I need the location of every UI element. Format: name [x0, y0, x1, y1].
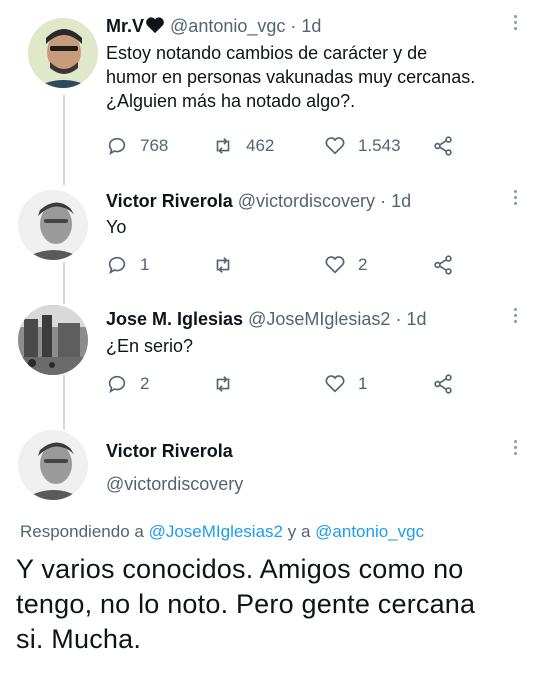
author-handle[interactable]: @victordiscovery [106, 473, 243, 495]
heart-outline-icon [325, 375, 345, 393]
main-tweet-text-line: si. Mucha. [16, 624, 142, 654]
avatar[interactable] [18, 430, 88, 500]
tweet-text: Estoy notando cambios de carácter y de h… [106, 41, 475, 113]
tweet-header: Jose M. Iglesias @JoseMIglesias2 · 1d [106, 308, 427, 330]
timestamp[interactable]: 1d [301, 16, 321, 36]
like-button[interactable]: 1 [324, 373, 367, 395]
main-tweet-text-line: tengo, no lo noto. Pero gente cercana [16, 589, 476, 619]
replying-to: Respondiendo a @JoseMIglesias2 y a @anto… [20, 522, 424, 542]
tweet-text: Yo [106, 217, 127, 237]
author-name[interactable]: Mr.V [106, 16, 144, 36]
tweet-text-line: Estoy notando cambios de carácter y de [106, 43, 428, 63]
tweet-text: ¿En serio? [106, 336, 194, 356]
reply-count: 2 [140, 374, 150, 393]
avatar[interactable] [18, 190, 88, 260]
share-button[interactable] [432, 373, 454, 395]
separator-dot: · [380, 191, 387, 211]
retweet-icon [216, 257, 230, 273]
author-handle[interactable]: @victordiscovery [238, 191, 375, 211]
author-name[interactable]: Victor Riverola [106, 191, 233, 211]
share-button[interactable] [432, 254, 454, 276]
more-options-icon[interactable] [512, 15, 518, 35]
main-tweet-text: Y varios conocidos. Amigos como no tengo… [16, 552, 526, 657]
avatar[interactable] [18, 305, 88, 375]
like-count: 1 [358, 374, 368, 393]
author-name[interactable]: Jose M. Iglesias [106, 309, 243, 329]
tweet-header: Victor Riverola @victordiscovery · 1d [106, 190, 411, 212]
author-handle[interactable]: @JoseMIglesias2 [248, 309, 390, 329]
replying-link[interactable]: @antonio_vgc [315, 522, 424, 541]
action-bar: 2 1 [106, 373, 466, 397]
heart-icon [145, 16, 165, 39]
retweet-icon [216, 138, 230, 154]
reply-icon [108, 137, 126, 156]
reply-button[interactable]: 1 [106, 254, 149, 276]
tweet-text-line: ¿Alguien más ha notado algo?. [106, 91, 356, 111]
separator-dot: · [395, 309, 402, 329]
author-handle[interactable]: @antonio_vgc [170, 16, 285, 36]
action-bar: 1 2 [106, 254, 466, 278]
reply-count: 768 [140, 136, 169, 155]
replying-link[interactable]: @JoseMIglesias2 [149, 522, 283, 541]
reply-icon [108, 375, 126, 394]
author-name-container: Victor Riverola [106, 440, 233, 462]
reply-button[interactable]: 768 [106, 135, 168, 157]
share-icon [434, 136, 452, 156]
like-count: 1.543 [358, 136, 401, 155]
main-tweet-text-line: Y varios conocidos. Amigos como no [16, 554, 464, 584]
separator-dot: · [290, 16, 297, 36]
retweet-count: 462 [246, 136, 275, 155]
timestamp[interactable]: 1d [391, 191, 411, 211]
action-bar: 768 462 1.543 [106, 135, 466, 159]
more-options-icon[interactable] [512, 308, 518, 328]
replying-prefix: Respondiendo a [20, 522, 144, 541]
share-button[interactable] [432, 135, 454, 157]
thread-line [63, 262, 65, 304]
reply-icon [108, 256, 126, 275]
like-button[interactable]: 2 [324, 254, 367, 276]
more-options-icon[interactable] [512, 440, 518, 460]
share-icon [434, 255, 452, 275]
timestamp[interactable]: 1d [406, 309, 426, 329]
reply-count: 1 [140, 255, 150, 274]
tweet-header: Mr.V @antonio_vgc · 1d [106, 15, 321, 39]
retweet-button[interactable] [212, 254, 246, 276]
like-count: 2 [358, 255, 368, 274]
reply-button[interactable]: 2 [106, 373, 149, 395]
avatar[interactable] [28, 18, 98, 88]
like-button[interactable]: 1.543 [324, 135, 401, 157]
share-icon [434, 374, 452, 394]
retweet-icon [216, 376, 230, 392]
retweet-button[interactable] [212, 373, 246, 395]
more-options-icon[interactable] [512, 190, 518, 210]
tweet-text-line: humor en personas vakunadas muy cercanas… [106, 67, 476, 87]
heart-outline-icon [325, 137, 345, 155]
retweet-button[interactable]: 462 [212, 135, 274, 157]
thread-line [63, 375, 65, 430]
replying-joiner: y a [287, 522, 311, 541]
author-name[interactable]: Victor Riverola [106, 441, 233, 461]
thread-line [63, 95, 65, 185]
heart-outline-icon [325, 256, 345, 274]
